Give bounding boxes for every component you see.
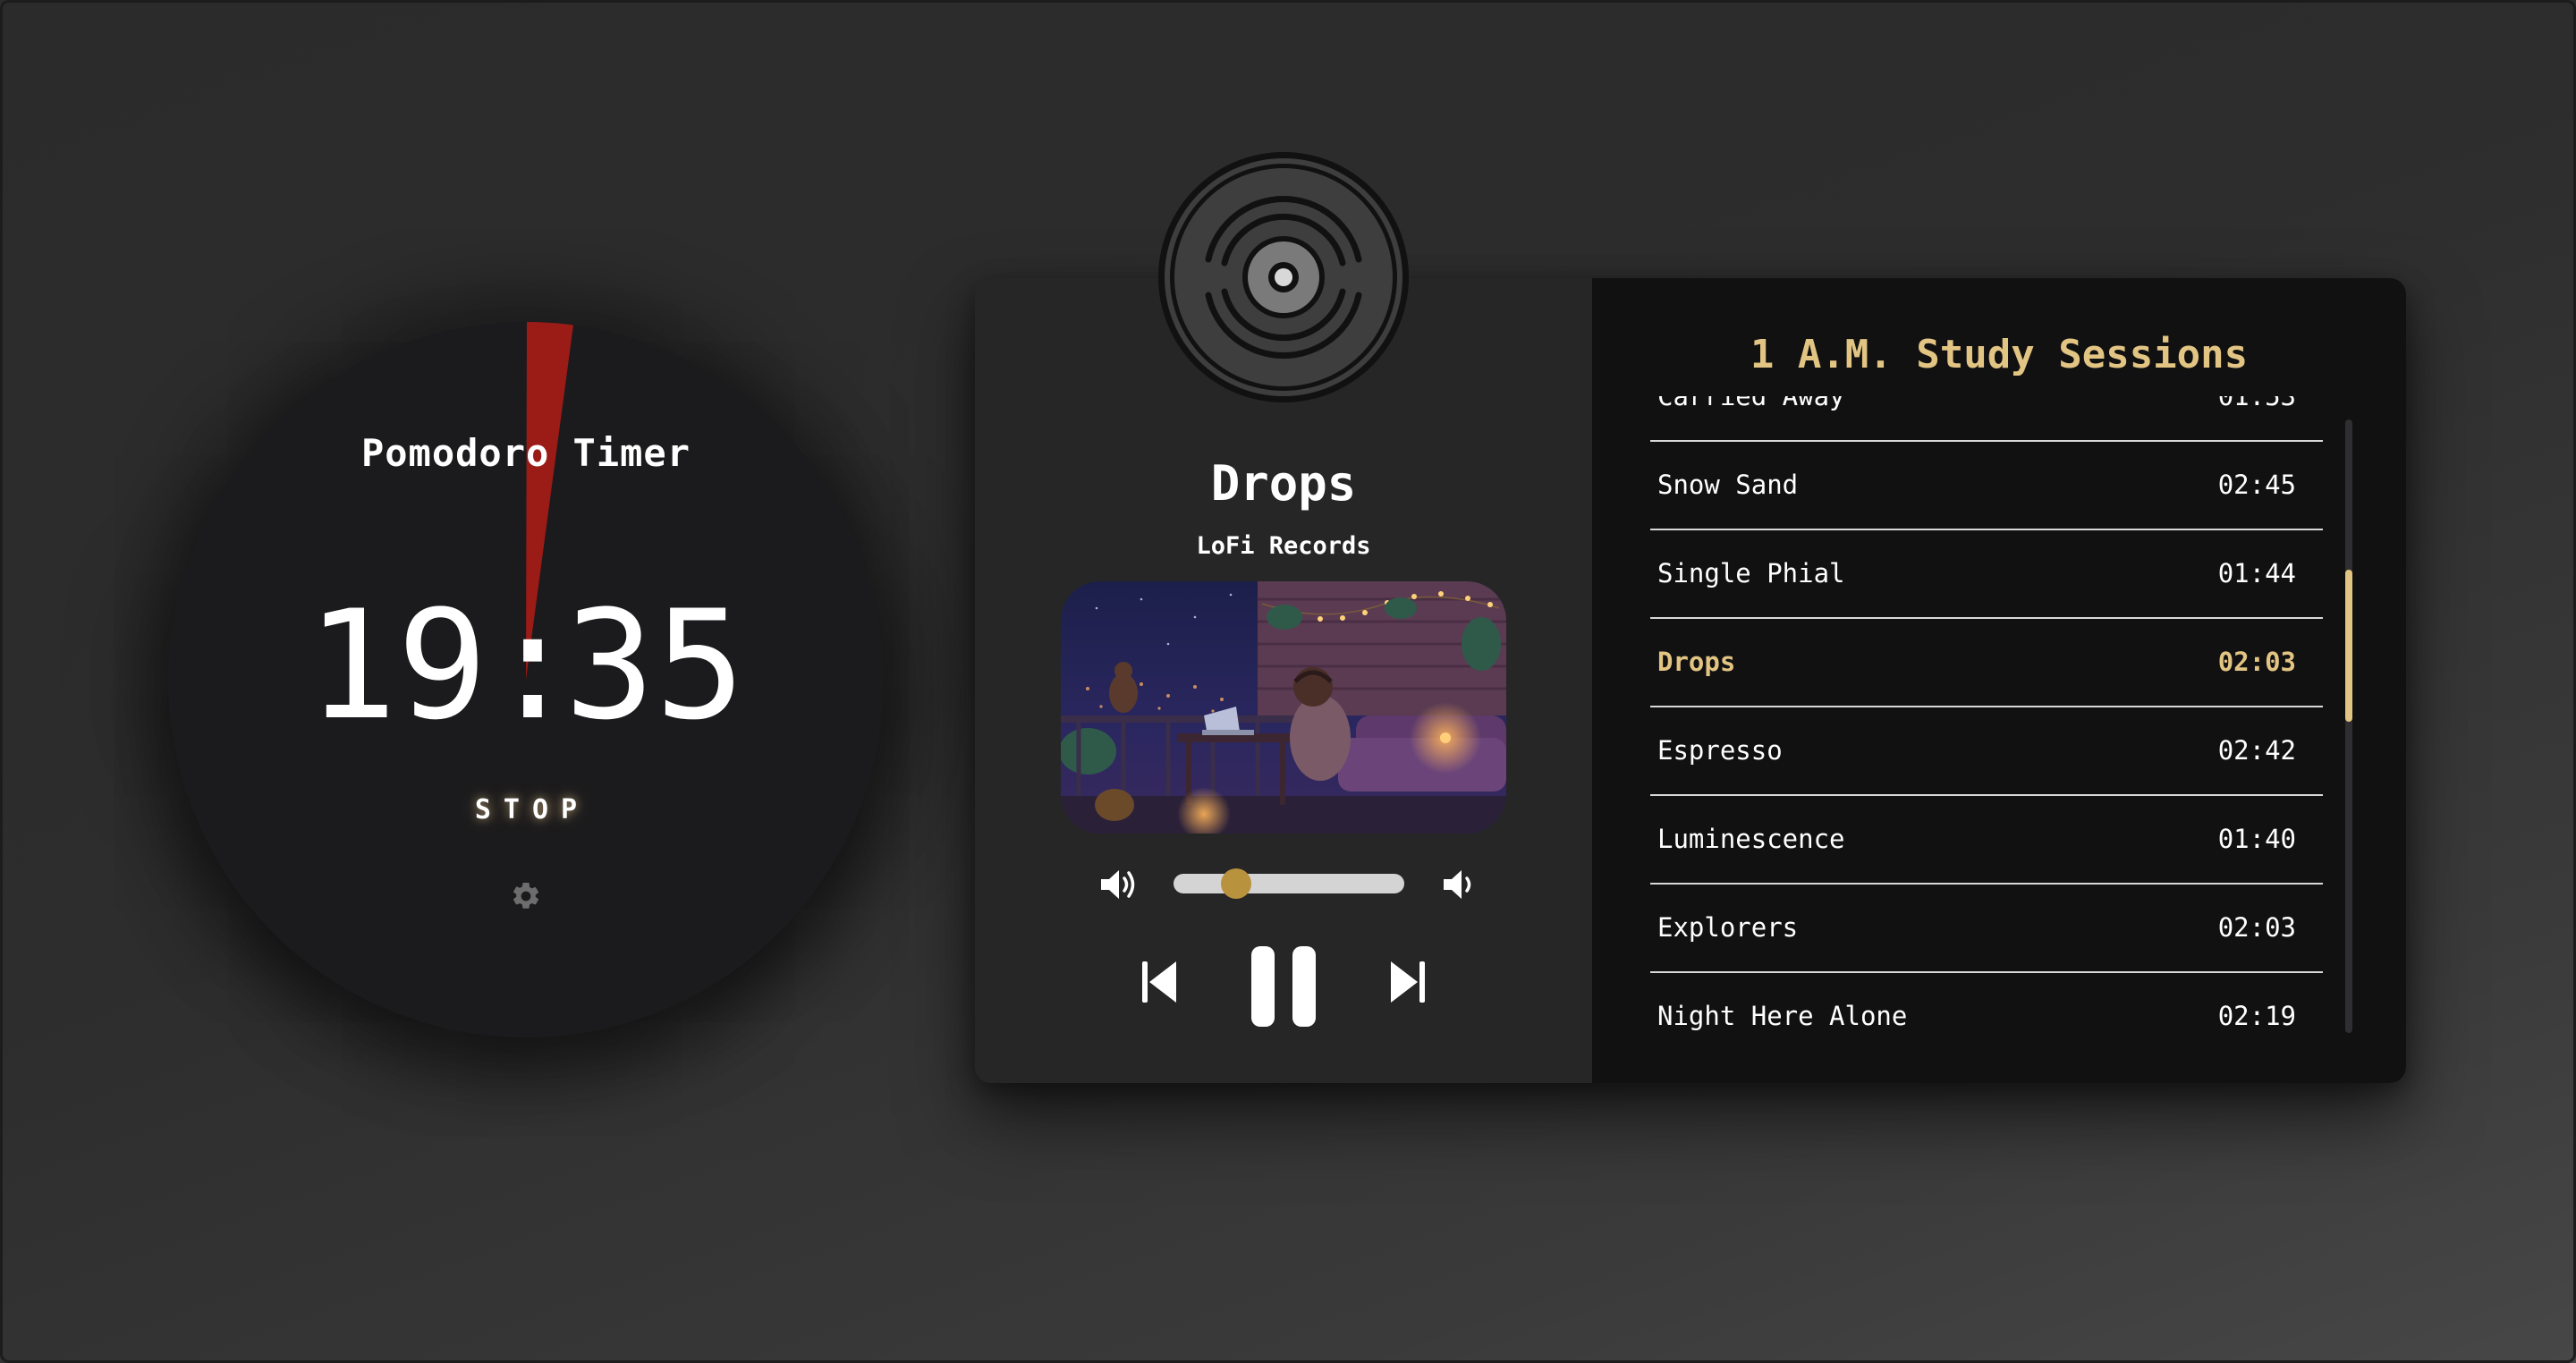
skip-back-icon[interactable] [1140, 960, 1178, 1004]
track-duration: 01:44 [2217, 558, 2296, 588]
track-name: Single Phial [1657, 558, 1845, 588]
stop-button[interactable]: STOP [168, 794, 884, 825]
volume-low-icon[interactable] [1440, 867, 1481, 902]
playlist-item[interactable]: Carried Away 01:53 [1650, 396, 2323, 442]
timer-title: Pomodoro Timer [360, 431, 691, 475]
playlist-title: 1 A.M. Study Sessions [1750, 332, 2249, 377]
pause-icon[interactable] [1249, 944, 1318, 1029]
vinyl-record-icon [1158, 152, 1409, 402]
track-name: Drops [1657, 647, 1736, 677]
album-art-image [1061, 581, 1506, 834]
track-name: Night Here Alone [1657, 1001, 1908, 1031]
timer-minutes: 19 [306, 578, 487, 753]
track-name: Luminescence [1657, 824, 1845, 854]
pomodoro-timer: Pomodoro Timer 19 : 35 STOP [168, 322, 884, 1037]
timer-seconds: 35 [564, 578, 746, 753]
track-name: Carried Away [1657, 396, 1845, 411]
track-duration: 01:53 [2217, 396, 2296, 411]
track-name: Explorers [1657, 912, 1799, 943]
timer-display: 19 : 35 [168, 590, 884, 741]
playlist-item[interactable]: Snow Sand 02:45 [1650, 442, 2323, 530]
track-duration: 02:03 [2217, 912, 2296, 943]
volume-high-icon[interactable] [1099, 867, 1140, 902]
playlist-item[interactable]: Night Here Alone 02:19 [1650, 973, 2323, 1031]
album-cover [1061, 581, 1506, 834]
track-name: Snow Sand [1657, 470, 1799, 500]
track-duration: 02:45 [2217, 470, 2296, 500]
playlist-item-active[interactable]: Drops 02:03 [1650, 619, 2323, 707]
playlist-items: Carried Away 01:53 Snow Sand 02:45 Single Ph… [1650, 396, 2323, 1031]
timer-separator: : [487, 578, 579, 753]
song-title: Drops [1210, 455, 1357, 512]
track-duration: 02:19 [2217, 1001, 2296, 1031]
playlist-item[interactable]: Luminescence 01:40 [1650, 796, 2323, 885]
volume-slider[interactable] [1174, 868, 1404, 899]
track-duration: 01:40 [2217, 824, 2296, 854]
playlist-scrollbar[interactable] [2345, 419, 2352, 1033]
track-duration: 02:03 [2217, 647, 2296, 677]
playlist-item[interactable]: Espresso 02:42 [1650, 707, 2323, 796]
volume-slider-handle[interactable] [1220, 868, 1251, 899]
gear-icon[interactable] [510, 880, 542, 912]
playlist-item[interactable]: Explorers 02:03 [1650, 885, 2323, 973]
track-name: Espresso [1657, 735, 1783, 766]
playlist-scrollbar-thumb[interactable] [2345, 570, 2352, 722]
track-duration: 02:42 [2217, 735, 2296, 766]
playlist: Carried Away 01:53 Snow Sand 02:45 Single Ph… [1650, 396, 2323, 1031]
song-artist: LoFi Records [1196, 532, 1371, 560]
skip-forward-icon[interactable] [1389, 960, 1427, 1004]
playlist-item[interactable]: Single Phial 01:44 [1650, 530, 2323, 619]
playlist-panel: 1 A.M. Study Sessions Carried Away 01:53 S… [1592, 278, 2406, 1083]
